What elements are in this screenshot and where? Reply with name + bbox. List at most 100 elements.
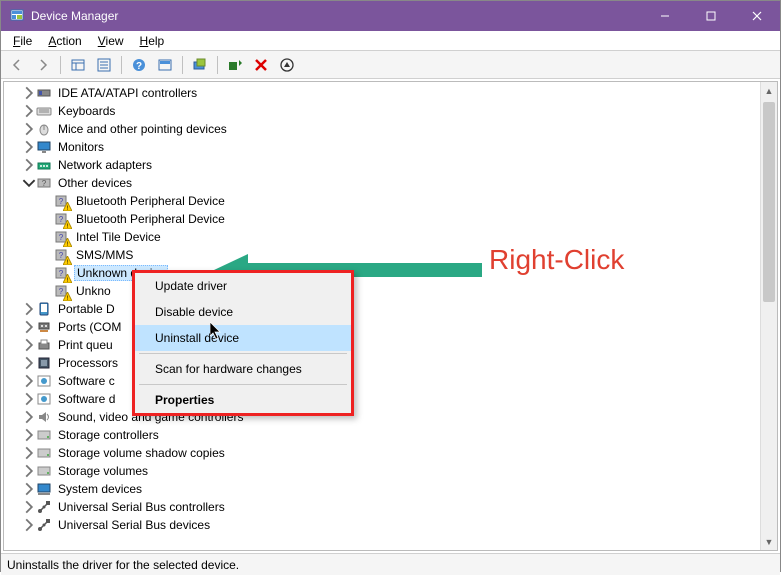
chevron-right-icon[interactable]	[22, 140, 36, 154]
monitor-icon	[36, 139, 52, 155]
tree-node[interactable]: Mice and other pointing devices	[4, 120, 760, 138]
tree-node[interactable]: Monitors	[4, 138, 760, 156]
minimize-button[interactable]	[642, 1, 688, 31]
chevron-right-icon[interactable]	[22, 518, 36, 532]
chevron-right-icon[interactable]	[22, 410, 36, 424]
back-icon[interactable]	[5, 54, 29, 76]
show-hidden-icon[interactable]	[66, 54, 90, 76]
chevron-right-icon[interactable]	[22, 482, 36, 496]
close-button[interactable]	[734, 1, 780, 31]
tree-node[interactable]: ?! Bluetooth Peripheral Device	[4, 192, 760, 210]
tree-node-label: Other devices	[56, 176, 134, 190]
context-menu-item[interactable]: Scan for hardware changes	[135, 356, 351, 382]
forward-icon[interactable]	[31, 54, 55, 76]
storage-icon	[36, 463, 52, 479]
scan-hardware-icon[interactable]	[188, 54, 212, 76]
chevron-right-icon[interactable]	[22, 428, 36, 442]
chevron-right-icon[interactable]	[22, 104, 36, 118]
sound-icon	[36, 409, 52, 425]
tree-node[interactable]: ?!Unknown device	[4, 264, 760, 282]
toolbar: ?	[1, 51, 780, 79]
tree-node[interactable]: Sound, video and game controllers	[4, 408, 760, 426]
menu-action[interactable]: Action	[40, 32, 89, 50]
vertical-scrollbar[interactable]: ▲ ▼	[760, 82, 777, 550]
menu-help[interactable]: Help	[132, 32, 173, 50]
context-menu-item[interactable]: Update driver	[135, 273, 351, 299]
chevron-right-icon[interactable]	[22, 356, 36, 370]
tree-node[interactable]: Universal Serial Bus devices	[4, 516, 760, 534]
action-icon[interactable]	[153, 54, 177, 76]
chevron-right-icon[interactable]	[22, 86, 36, 100]
uninstall-icon[interactable]	[249, 54, 273, 76]
chevron-right-icon[interactable]	[22, 338, 36, 352]
main-panel: IDE ATA/ATAPI controllers KeyboardsMice a…	[3, 81, 778, 551]
tree-node[interactable]: Software d	[4, 390, 760, 408]
tree-node[interactable]: Portable D	[4, 300, 760, 318]
tree-node-label: Storage volume shadow copies	[56, 446, 227, 460]
chevron-right-icon[interactable]	[22, 446, 36, 460]
svg-text:?: ?	[136, 61, 142, 72]
tree-node-label: Bluetooth Peripheral Device	[74, 212, 227, 226]
context-menu-item[interactable]: Uninstall device	[135, 325, 351, 351]
portable-icon	[36, 301, 52, 317]
chevron-right-icon[interactable]	[22, 464, 36, 478]
chevron-down-icon[interactable]	[22, 176, 36, 190]
help-icon[interactable]: ?	[127, 54, 151, 76]
scrollbar-thumb[interactable]	[763, 102, 775, 302]
tree-node-label: Storage volumes	[56, 464, 150, 478]
tree-node[interactable]: Storage controllers	[4, 426, 760, 444]
usb-icon	[36, 517, 52, 533]
scroll-up-icon[interactable]: ▲	[761, 82, 777, 99]
tree-node-label: IDE ATA/ATAPI controllers	[56, 86, 199, 100]
tree-node-label: Bluetooth Peripheral Device	[74, 194, 227, 208]
tree-node[interactable]: Processors	[4, 354, 760, 372]
tree-node[interactable]: System devices	[4, 480, 760, 498]
statusbar-text: Uninstalls the driver for the selected d…	[7, 558, 239, 572]
tree-node[interactable]: Keyboards	[4, 102, 760, 120]
other-icon: ?	[36, 175, 52, 191]
chevron-right-icon[interactable]	[22, 302, 36, 316]
properties-icon[interactable]	[92, 54, 116, 76]
tree-node[interactable]: Print queu	[4, 336, 760, 354]
menu-file[interactable]: File	[5, 32, 40, 50]
tree-node[interactable]: Storage volumes	[4, 462, 760, 480]
tree-node[interactable]: Software c	[4, 372, 760, 390]
system-icon	[36, 481, 52, 497]
tree-node[interactable]: ?!Intel Tile Device	[4, 228, 760, 246]
unknown-warn-icon: ?!	[54, 229, 70, 245]
details-icon[interactable]	[275, 54, 299, 76]
tree-node[interactable]: ? Other devices	[4, 174, 760, 192]
window-title: Device Manager	[31, 9, 642, 23]
tree-node[interactable]: IDE ATA/ATAPI controllers	[4, 84, 760, 102]
context-menu: Update driverDisable deviceUninstall dev…	[132, 270, 354, 416]
tree-node[interactable]: Storage volume shadow copies	[4, 444, 760, 462]
printer-icon	[36, 337, 52, 353]
chevron-right-icon[interactable]	[22, 122, 36, 136]
context-menu-item[interactable]: Disable device	[135, 299, 351, 325]
tree-node-label: Portable D	[56, 302, 117, 316]
tree-node[interactable]: ?!Unkno	[4, 282, 760, 300]
update-driver-icon[interactable]	[223, 54, 247, 76]
menu-view[interactable]: View	[90, 32, 132, 50]
tree-node[interactable]: Ports (COM	[4, 318, 760, 336]
unknown-warn-icon: ?!	[54, 283, 70, 299]
tree-node[interactable]: ?! Bluetooth Peripheral Device	[4, 210, 760, 228]
chevron-right-icon[interactable]	[22, 158, 36, 172]
device-tree[interactable]: IDE ATA/ATAPI controllers KeyboardsMice a…	[4, 82, 760, 550]
chevron-right-icon[interactable]	[22, 392, 36, 406]
tree-node[interactable]: Universal Serial Bus controllers	[4, 498, 760, 516]
context-menu-item[interactable]: Properties	[135, 387, 351, 413]
maximize-button[interactable]	[688, 1, 734, 31]
tree-node-label: SMS/MMS	[74, 248, 135, 262]
usb-icon	[36, 499, 52, 515]
tree-node[interactable]: ?!SMS/MMS	[4, 246, 760, 264]
chevron-right-icon[interactable]	[22, 374, 36, 388]
unknown-warn-icon: ?!	[54, 193, 70, 209]
scroll-down-icon[interactable]: ▼	[761, 533, 777, 550]
tree-node[interactable]: Network adapters	[4, 156, 760, 174]
unknown-warn-icon: ?!	[54, 211, 70, 227]
chevron-right-icon[interactable]	[22, 320, 36, 334]
context-menu-separator	[139, 353, 347, 354]
chevron-right-icon[interactable]	[22, 500, 36, 514]
keyboard-icon	[36, 103, 52, 119]
